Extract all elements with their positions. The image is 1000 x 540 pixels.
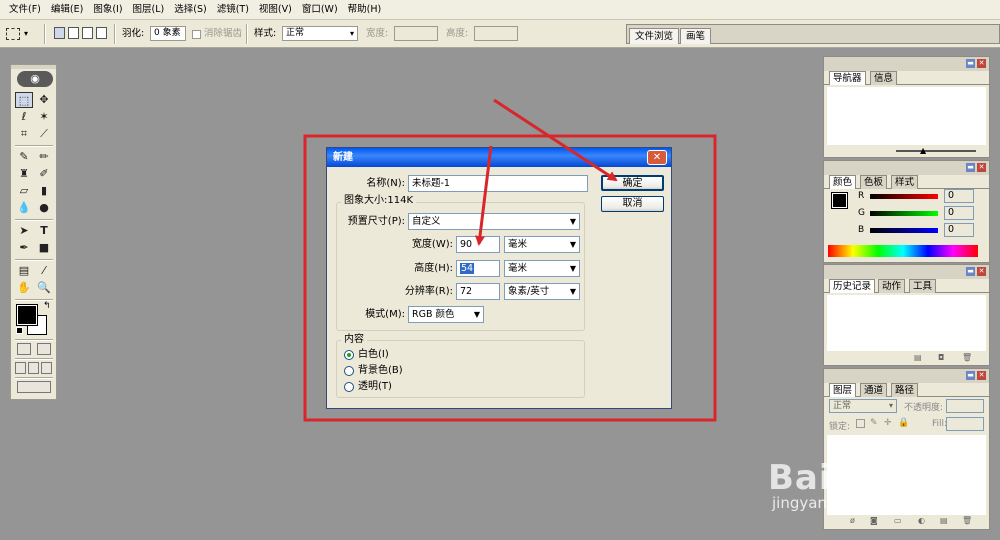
watermark-url: jingyan.baidu.com bbox=[772, 494, 911, 512]
arrow-to-ok-button bbox=[493, 98, 618, 182]
watermark-logo: Bai du 经验 bbox=[768, 458, 978, 498]
arrow-to-width-input bbox=[475, 145, 493, 246]
highlight-frame bbox=[303, 134, 717, 422]
